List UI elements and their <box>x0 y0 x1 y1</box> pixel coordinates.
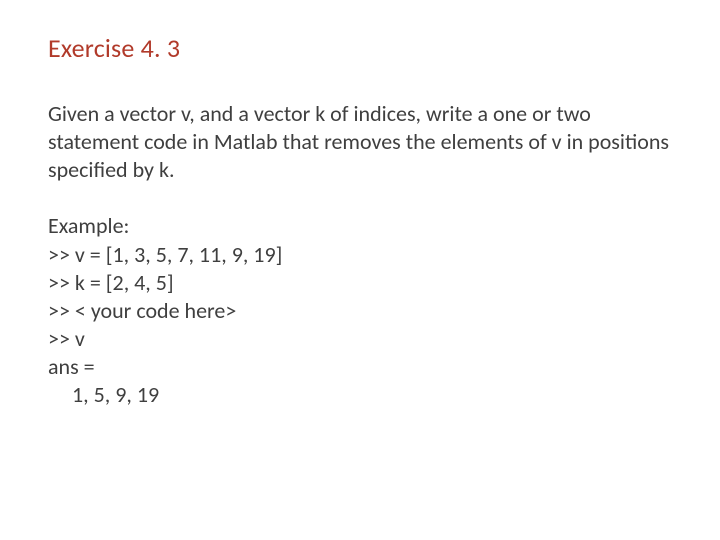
code-line-v: >> v = [1, 3, 5, 7, 11, 9, 19] <box>48 241 672 269</box>
code-line-k: >> k = [2, 4, 5] <box>48 269 672 297</box>
slide: Exercise 4. 3 Given a vector v, and a ve… <box>0 0 720 540</box>
code-line-result: 1, 5, 9, 19 <box>48 381 672 409</box>
example-block: Example: >> v = [1, 3, 5, 7, 11, 9, 19] … <box>48 212 672 409</box>
code-line-placeholder: >> < your code here> <box>48 297 672 325</box>
code-line-ans: ans = <box>48 353 672 381</box>
example-label: Example: <box>48 212 672 240</box>
code-line-query: >> v <box>48 325 672 353</box>
slide-body: Given a vector v, and a vector k of indi… <box>48 100 672 410</box>
exercise-title: Exercise 4. 3 <box>48 32 672 64</box>
problem-description: Given a vector v, and a vector k of indi… <box>48 100 672 184</box>
